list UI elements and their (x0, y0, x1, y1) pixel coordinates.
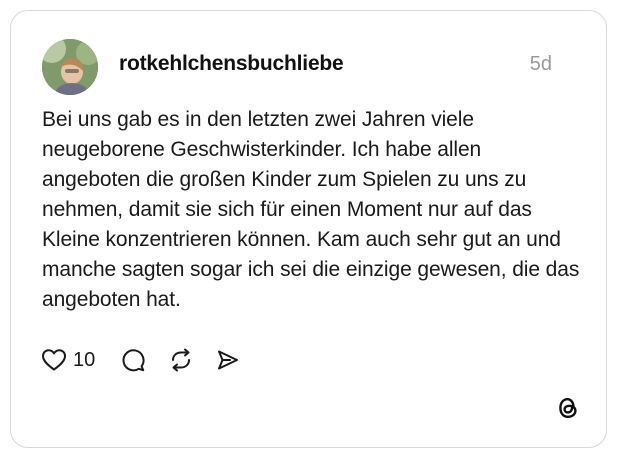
repost-button[interactable] (168, 347, 194, 373)
username[interactable]: rotkehlchensbuchliebe (119, 52, 344, 76)
heart-icon (41, 348, 67, 372)
repost-icon (168, 347, 194, 373)
threads-logo-icon (554, 394, 582, 422)
post-text: Bei uns gab es in den letzten zwei Jahre… (42, 108, 580, 311)
like-button[interactable]: 10 (41, 348, 95, 372)
post-card: rotkehlchensbuchliebe 5d Bei uns gab es … (10, 10, 607, 448)
comment-icon (120, 347, 146, 373)
share-icon (216, 348, 240, 372)
like-count: 10 (73, 348, 96, 371)
avatar[interactable] (42, 39, 98, 95)
share-button[interactable] (216, 348, 240, 372)
timestamp: 5d (529, 53, 552, 75)
comment-button[interactable] (120, 347, 146, 373)
action-bar: 10 (41, 345, 240, 375)
